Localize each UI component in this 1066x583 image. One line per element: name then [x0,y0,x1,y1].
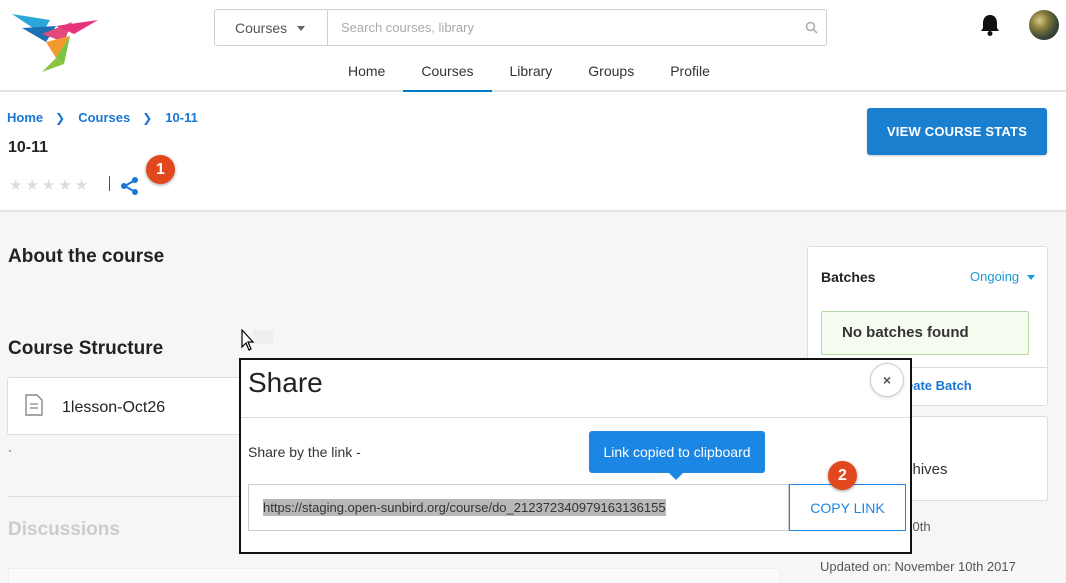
about-course-heading: About the course [8,246,165,267]
no-batches-message: No batches found [821,311,1029,355]
nav-item-profile[interactable]: Profile [652,52,728,92]
lesson-item[interactable]: 1lesson-Oct26 [7,377,267,435]
avatar[interactable] [1029,10,1059,40]
document-icon [25,394,43,416]
discussion-card [8,568,780,583]
discussions-heading: Discussions [8,519,120,540]
lesson-label: 1lesson-Oct26 [62,399,166,416]
top-header: Courses Home Courses Library Groups Prof… [0,0,1066,92]
search-category-label: Courses [235,19,288,36]
star-icon[interactable]: ★ [42,176,55,194]
copied-tooltip: Link copied to clipboard [589,431,765,480]
bell-icon[interactable] [979,13,1001,37]
nav-item-home[interactable]: Home [330,52,403,92]
nav-item-groups[interactable]: Groups [570,52,652,92]
breadcrumb-current[interactable]: 10-11 [165,110,198,125]
batch-filter-label: Ongoing [970,269,1020,284]
batches-heading: Batches [821,269,876,285]
search-bar: Courses [214,9,827,46]
stray-mark: ` [8,448,12,462]
share-link-field[interactable]: https://staging.open-sunbird.org/course/… [248,484,789,531]
cursor-shadow [253,330,273,344]
page-title: 10-11 [8,139,49,156]
share-link-text[interactable]: https://staging.open-sunbird.org/course/… [263,499,666,516]
breadcrumb-courses[interactable]: Courses [78,110,130,125]
chevron-down-icon [297,26,306,31]
step-marker-2: 2 [828,461,857,490]
view-course-stats-button[interactable]: VIEW COURSE STATS [867,108,1047,155]
mouse-pointer-icon [241,329,255,351]
bird-logo-icon[interactable] [12,12,100,76]
rating-stars[interactable]: ★ ★ ★ ★ ★ [9,176,88,194]
star-icon[interactable]: ★ [58,176,71,194]
step-marker-1: 1 [146,155,175,184]
search-category-dropdown[interactable]: Courses [215,10,328,45]
search-icon [805,21,818,34]
nav-item-library[interactable]: Library [492,52,571,92]
share-icon[interactable] [120,177,140,195]
chevron-down-icon [1027,275,1036,280]
search-button[interactable] [796,10,826,45]
separator [109,176,110,191]
chevron-right-icon: ❯ [55,110,66,125]
chevron-right-icon: ❯ [142,110,153,125]
breadcrumb-home[interactable]: Home [7,110,43,125]
close-icon: × [882,372,892,388]
divider [8,496,240,497]
copy-link-button[interactable]: COPY LINK [789,484,906,531]
modal-title: Share [248,367,323,398]
course-structure-heading: Course Structure [8,338,164,359]
share-by-link-label: Share by the link - [248,444,361,460]
batch-filter-dropdown[interactable]: Ongoing [970,269,1036,284]
search-input[interactable] [328,10,796,45]
nav-item-courses[interactable]: Courses [403,52,492,92]
star-icon[interactable]: ★ [25,176,38,194]
close-button[interactable]: × [870,363,904,397]
breadcrumb: Home ❯ Courses ❯ 10-11 [7,110,198,125]
star-icon[interactable]: ★ [75,176,88,194]
main-nav: Home Courses Library Groups Profile [330,52,728,92]
updated-on-text: Updated on: November 10th 2017 [820,559,1016,574]
divider [241,417,910,418]
create-batch-link[interactable]: eate Batch [906,378,972,393]
star-icon[interactable]: ★ [9,176,22,194]
share-modal: Share × Share by the link - Link copied … [239,358,912,554]
